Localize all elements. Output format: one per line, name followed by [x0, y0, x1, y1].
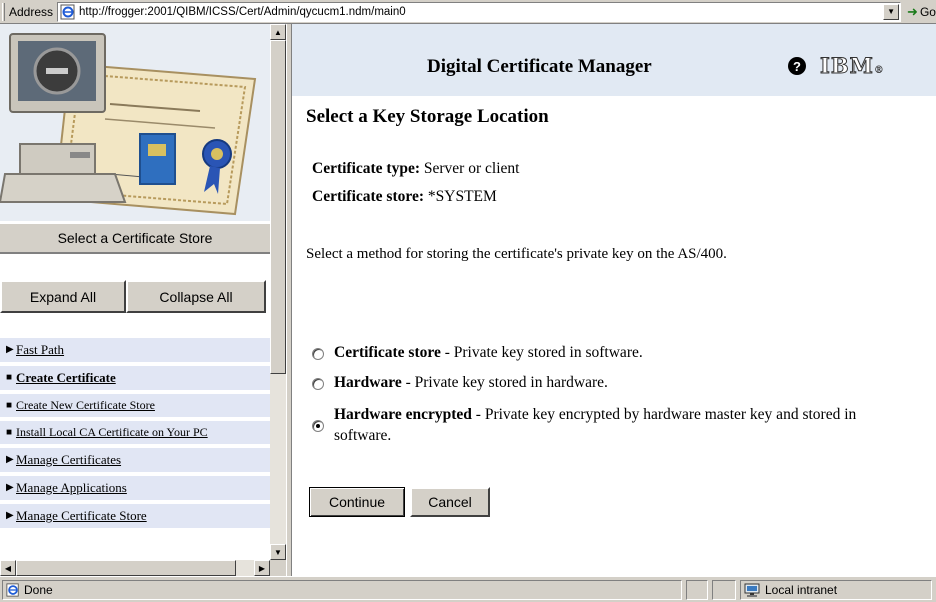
status-panel: Done	[2, 580, 682, 600]
instruction-text: Select a method for storing the certific…	[306, 246, 727, 262]
option-name: Certificate store	[334, 344, 441, 361]
nav-item-fast-path[interactable]: ▶ Fast Path	[0, 338, 270, 362]
go-button[interactable]: ➜ Go	[907, 4, 936, 20]
certificate-type-label: Certificate type:	[312, 160, 421, 177]
certificate-store-value: *SYSTEM	[427, 188, 497, 205]
option-label: Certificate store - Private key stored i…	[334, 344, 643, 362]
expand-triangle-icon: ▶	[6, 344, 14, 355]
select-certificate-store-link[interactable]: Select a Certificate Store	[0, 224, 270, 254]
address-label: Address	[9, 4, 54, 19]
chevron-down-icon: ▼	[887, 7, 895, 16]
navigation-content: Select a Certificate Store Expand All Co…	[0, 24, 270, 560]
nav-item-manage-certificate-store[interactable]: ▶ Manage Certificate Store	[0, 504, 270, 528]
expand-triangle-icon: ▶	[6, 482, 14, 493]
address-input[interactable]: http://frogger:2001/QIBM/ICSS/Cert/Admin…	[57, 1, 902, 22]
computer-certificate-illustration	[0, 33, 257, 216]
vertical-scroll-thumb[interactable]	[270, 40, 286, 374]
nav-link-manage-applications[interactable]: Manage Applications	[16, 480, 127, 496]
certificate-type-value: Server or client	[423, 160, 520, 177]
tree-controls: Expand All Collapse All	[0, 280, 266, 313]
nav-item-install-local-ca[interactable]: ■ Install Local CA Certificate on Your P…	[0, 421, 270, 444]
option-hardware[interactable]: Hardware - Private key stored in hardwar…	[312, 374, 608, 392]
scroll-right-button[interactable]: ▶	[254, 560, 270, 576]
go-arrow-icon: ➜	[907, 3, 918, 19]
toolbar-grip[interactable]	[2, 2, 5, 21]
nav-link-manage-certificate-store[interactable]: Manage Certificate Store	[16, 508, 147, 524]
nav-item-manage-certificates[interactable]: ▶ Manage Certificates	[0, 448, 270, 472]
local-intranet-icon	[744, 583, 760, 597]
registered-mark: ®	[873, 65, 885, 76]
bullet-icon: ■	[6, 400, 13, 411]
main-frame: Digital Certificate Manager ? IBM® Selec…	[292, 24, 936, 576]
arrow-right-icon: ▶	[258, 563, 266, 573]
zone-text: Local intranet	[765, 583, 838, 597]
scroll-left-button[interactable]: ◀	[0, 560, 16, 576]
option-hardware-encrypted[interactable]: Hardware encrypted - Private key encrypt…	[312, 404, 892, 446]
arrow-up-icon: ▲	[274, 27, 282, 37]
option-name: Hardware encrypted	[334, 406, 472, 423]
nav-link-create-new-store[interactable]: Create New Certificate Store	[16, 398, 155, 413]
security-zone: Local intranet	[740, 580, 932, 600]
arrow-left-icon: ◀	[4, 563, 12, 573]
cancel-button[interactable]: Cancel	[410, 487, 490, 517]
certificate-store-label: Certificate store:	[312, 188, 425, 205]
app-title: Digital Certificate Manager	[427, 56, 652, 77]
radio-certificate-store[interactable]	[312, 348, 324, 360]
ie-done-icon	[6, 583, 19, 597]
expand-triangle-icon: ▶	[6, 454, 14, 465]
option-label: Hardware encrypted - Private key encrypt…	[334, 404, 892, 446]
address-dropdown-button[interactable]: ▼	[883, 3, 900, 20]
brand-text: IBM	[820, 53, 874, 79]
ie-page-icon	[60, 4, 75, 19]
header-bar: Digital Certificate Manager ? IBM®	[292, 24, 936, 96]
navigation-frame: Select a Certificate Store Expand All Co…	[0, 24, 286, 576]
option-description: - Private key stored in hardware.	[401, 374, 608, 391]
continue-button[interactable]: Continue	[309, 487, 405, 517]
task-navigation-list: ▶ Fast Path ■ Create Certificate ■ Creat…	[0, 338, 270, 532]
go-label: Go	[919, 4, 936, 19]
radio-hardware[interactable]	[312, 378, 324, 390]
nav-item-create-new-store[interactable]: ■ Create New Certificate Store	[0, 394, 270, 417]
bullet-icon: ■	[6, 427, 13, 438]
nav-item-create-certificate[interactable]: ■ Create Certificate	[0, 366, 270, 390]
expand-triangle-icon: ▶	[6, 510, 14, 521]
certificate-logo-image	[0, 24, 270, 221]
status-cell	[712, 580, 736, 600]
nav-link-manage-certificates[interactable]: Manage Certificates	[16, 452, 121, 468]
nav-link-create-certificate[interactable]: Create Certificate	[16, 370, 116, 386]
status-bar: Done Local intranet	[0, 576, 936, 602]
status-cell	[686, 580, 708, 600]
nav-vertical-scrollbar[interactable]: ▲ ▼	[270, 24, 286, 560]
option-certificate-store[interactable]: Certificate store - Private key stored i…	[312, 344, 643, 362]
nav-item-manage-applications[interactable]: ▶ Manage Applications	[0, 476, 270, 500]
nav-horizontal-scrollbar[interactable]: ◀ ▶	[0, 560, 270, 576]
expand-all-button[interactable]: Expand All	[0, 280, 126, 313]
arrow-down-icon: ▼	[274, 547, 282, 557]
option-name: Hardware	[334, 374, 402, 391]
ibm-logo: IBM®	[820, 53, 885, 79]
address-bar: Address http://frogger:2001/QIBM/ICSS/Ce…	[0, 0, 936, 24]
address-url: http://frogger:2001/QIBM/ICSS/Cert/Admin…	[79, 5, 406, 18]
certificate-store-line: Certificate store: *SYSTEM	[312, 188, 497, 206]
nav-link-fast-path[interactable]: Fast Path	[16, 342, 64, 358]
option-label: Hardware - Private key stored in hardwar…	[334, 374, 608, 392]
scroll-down-button[interactable]: ▼	[270, 544, 286, 560]
scroll-up-button[interactable]: ▲	[270, 24, 286, 40]
radio-hardware-encrypted[interactable]	[312, 420, 324, 432]
bullet-icon: ■	[6, 372, 13, 383]
nav-link-install-local-ca[interactable]: Install Local CA Certificate on Your PC	[16, 425, 208, 440]
scrollbar-corner	[270, 560, 286, 576]
horizontal-scroll-thumb[interactable]	[16, 560, 236, 576]
status-text: Done	[24, 583, 53, 597]
help-icon[interactable]: ?	[788, 57, 806, 75]
certificate-type-line: Certificate type: Server or client	[312, 160, 519, 178]
option-description: - Private key stored in software.	[440, 344, 643, 361]
page-title: Select a Key Storage Location	[306, 106, 549, 127]
collapse-all-button[interactable]: Collapse All	[126, 280, 266, 313]
